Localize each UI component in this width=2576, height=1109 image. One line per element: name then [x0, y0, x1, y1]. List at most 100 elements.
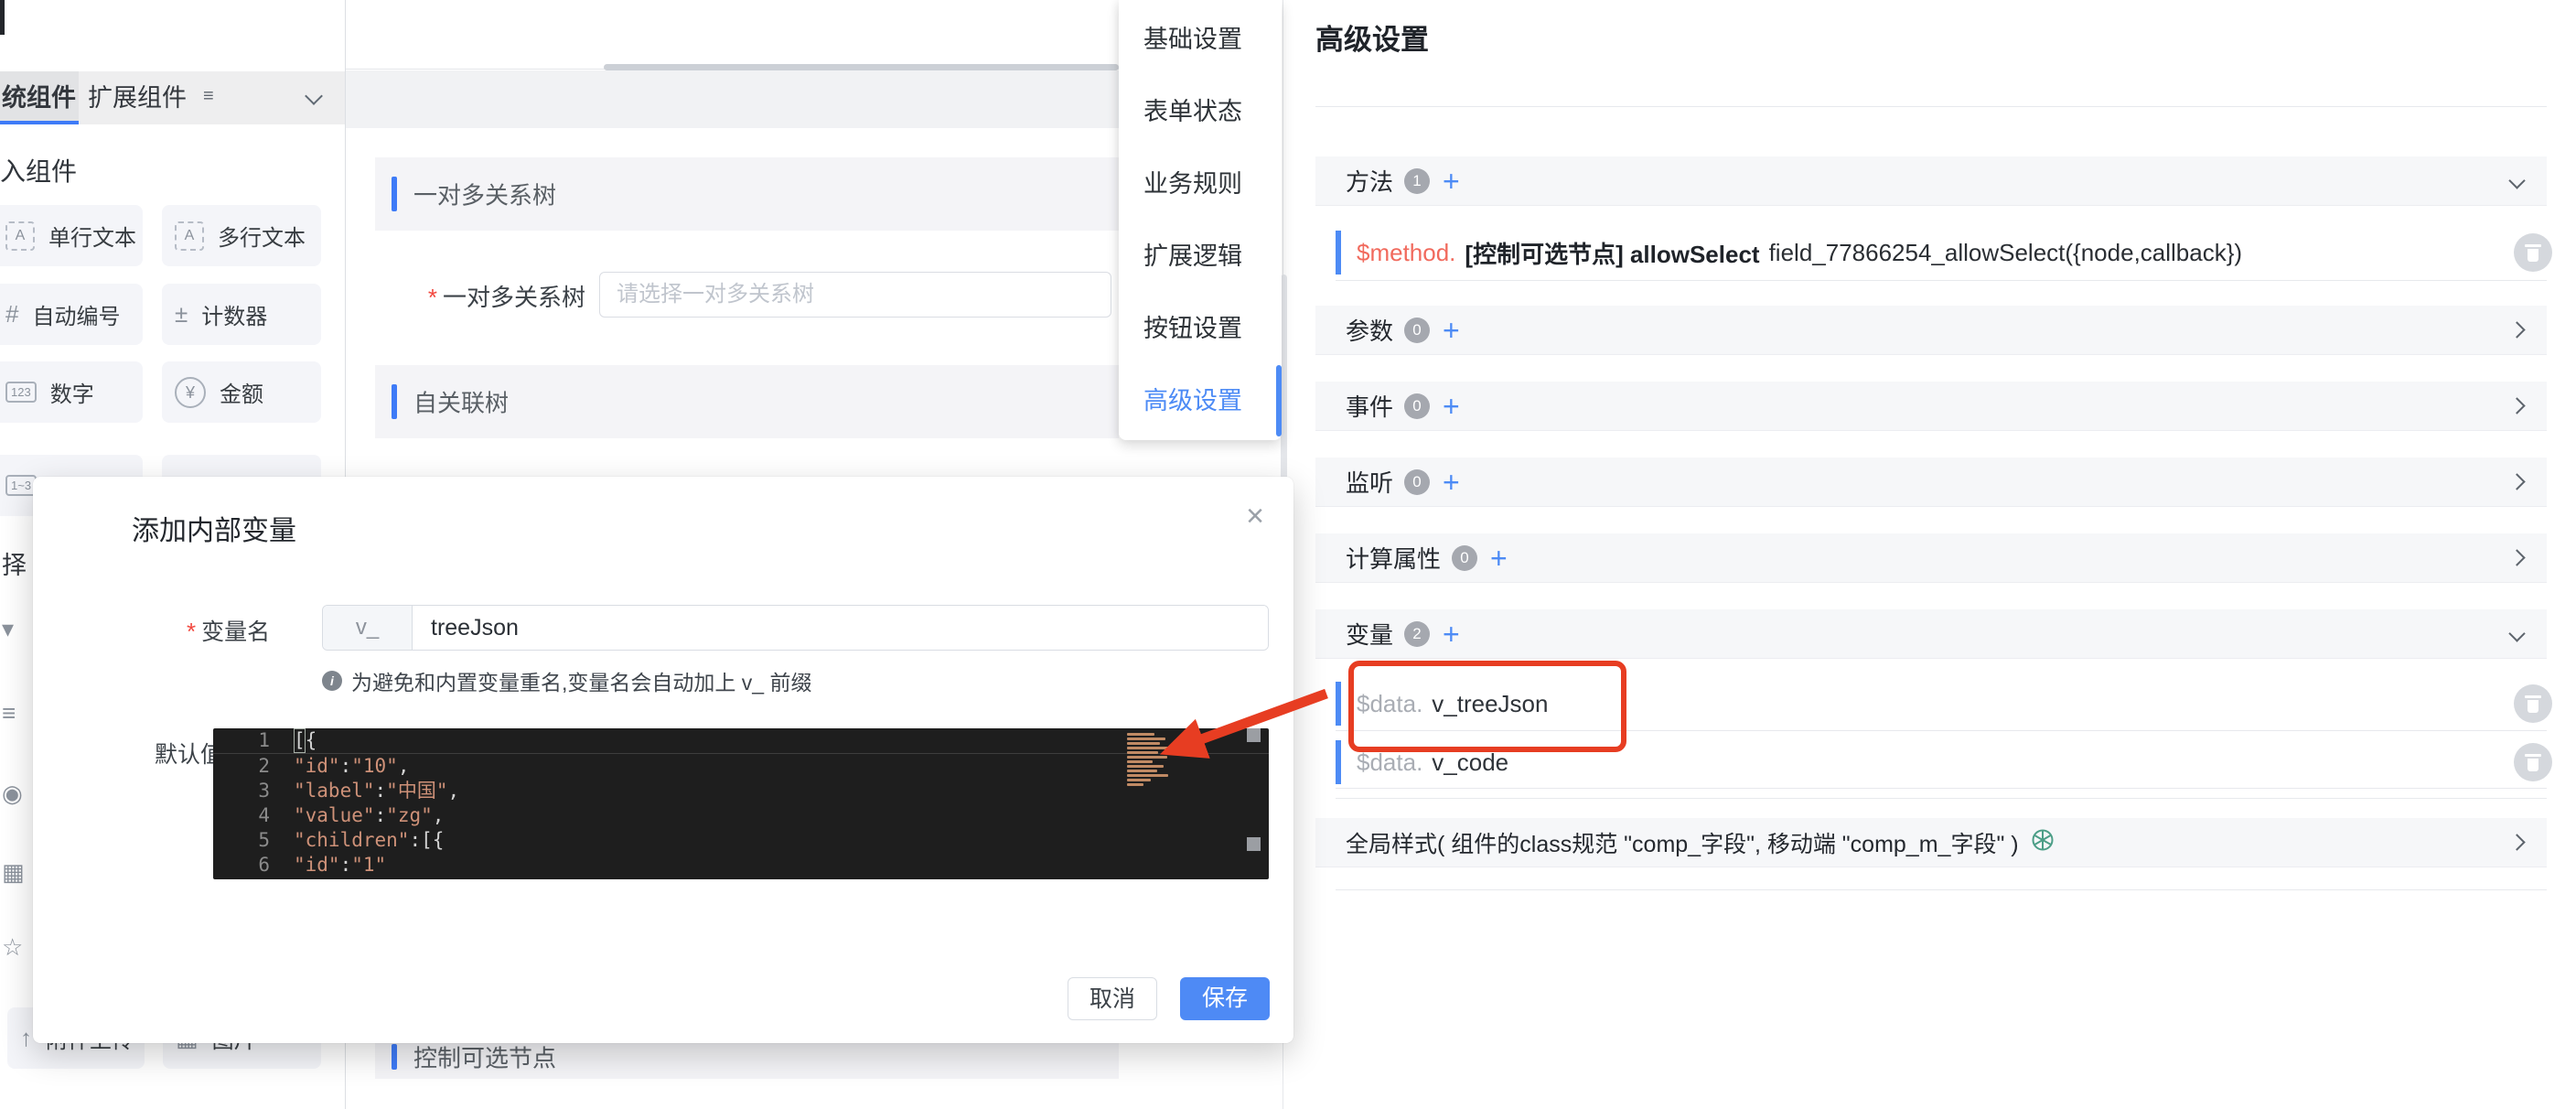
single-line-text-icon: A — [5, 221, 35, 251]
modal-title: 添加内部变量 — [132, 516, 296, 546]
palette-item-label: 自动编号 — [32, 305, 121, 329]
data-prefix: $data. — [1357, 748, 1423, 776]
add-internal-variable-modal: × 添加内部变量 *变量名 v_ i 为避免和内置变量重名,变量名会自动加上 v… — [33, 477, 1293, 1043]
add-method-button[interactable]: + — [1443, 167, 1460, 196]
section-bar-global-style[interactable]: 全局样式( 组件的class规范 "comp_字段", 移动端 "comp_m_… — [1315, 818, 2547, 867]
palette-item-label: 金额 — [220, 382, 263, 407]
section-bar-params[interactable]: 参数 0 + — [1315, 306, 2547, 355]
global-style-label: 全局样式( 组件的class规范 "comp_字段", 移动端 "comp_m_… — [1346, 831, 2019, 857]
divider — [1315, 106, 2547, 107]
chevron-down-icon[interactable] — [2508, 625, 2526, 642]
menu-item-button-settings[interactable]: 按钮设置 — [1119, 293, 1282, 365]
chevron-right-icon[interactable] — [2508, 397, 2526, 415]
add-param-button[interactable]: + — [1443, 316, 1460, 345]
tab-extension-components[interactable]: 扩展组件 — [88, 71, 187, 124]
section-label: 参数 — [1346, 318, 1394, 345]
palette-item-single-text[interactable]: A 单行文本 — [0, 205, 143, 266]
chevron-down-icon[interactable] — [305, 87, 323, 105]
section-label: 计算属性 — [1346, 545, 1442, 573]
variable-name-label: * 变量名 — [187, 614, 270, 647]
add-event-button[interactable]: + — [1443, 392, 1460, 421]
chevron-right-icon[interactable] — [2508, 549, 2526, 566]
save-button[interactable]: 保存 — [1180, 977, 1270, 1020]
palette-item-auto-number[interactable]: # 自动编号 — [0, 284, 143, 345]
editor-scroll-handle-top[interactable] — [1247, 728, 1261, 742]
section-header-one-to-many-tree[interactable]: 一对多关系树 — [375, 157, 1119, 231]
chevron-right-icon[interactable] — [2508, 473, 2526, 490]
hint-text: 为避免和内置变量重名,变量名会自动加上 v_ 前缀 — [351, 671, 812, 694]
count-badge: 0 — [1404, 468, 1431, 495]
field-label: * 一对多关系树 — [393, 279, 585, 313]
variable-row-vcode[interactable]: $data. v_code — [1336, 737, 2552, 789]
field-label-text: 一对多关系树 — [442, 284, 585, 311]
row-accent-bar — [1336, 740, 1341, 784]
palette-item-number[interactable]: 123 数字 — [0, 361, 143, 423]
palette-item-label: 计数器 — [201, 305, 268, 329]
delete-method-button[interactable] — [2514, 233, 2552, 272]
required-asterisk: * — [187, 618, 197, 645]
multi-line-text-icon: A — [175, 221, 204, 251]
section-header-self-relation-tree[interactable]: 自关联树 — [375, 365, 1119, 438]
calendar-icon: ▦ — [2, 858, 25, 886]
tree-select-input[interactable] — [599, 272, 1111, 318]
section-label: 事件 — [1346, 393, 1394, 421]
editor-scroll-handle-bottom[interactable] — [1247, 837, 1261, 851]
section-bar-watchers[interactable]: 监听 0 + — [1315, 458, 2547, 507]
variable-name-input[interactable] — [413, 606, 1268, 650]
palette-item-label: 数字 — [49, 382, 94, 407]
hash-icon: # — [5, 300, 19, 328]
menu-item-form-status[interactable]: 表单状态 — [1119, 76, 1282, 148]
star-icon: ☆ — [2, 933, 24, 961]
chevron-right-icon[interactable] — [2508, 834, 2526, 851]
section-bar-computed[interactable]: 计算属性 0 + — [1315, 533, 2547, 583]
method-row[interactable]: $method. [控制可选节点] allowSelect field_7786… — [1336, 225, 2552, 281]
count-badge: 1 — [1404, 167, 1431, 194]
json-code-editor[interactable]: 1[{2 "id":"10", 3 "label":"中国", 4 "value":"zg… — [213, 728, 1269, 879]
palette-item-counter[interactable]: ± 计数器 — [162, 284, 321, 345]
delete-variable-button[interactable] — [2514, 684, 2552, 723]
section-bar-variables[interactable]: 变量 2 + — [1315, 609, 2547, 659]
row-accent-bar — [1336, 682, 1341, 726]
variable-row-treejson[interactable]: $data. v_treeJson — [1336, 677, 2552, 731]
palette-item-amount[interactable]: ¥ 金额 — [162, 361, 321, 423]
menu-item-business-rules[interactable]: 业务规则 — [1119, 148, 1282, 221]
menu-item-basic-settings[interactable]: 基础设置 — [1119, 4, 1282, 76]
method-prefix: $method. — [1357, 238, 1456, 266]
palette-section-title: 输入组件 — [0, 157, 78, 186]
settings-menu: 基础设置 表单状态 业务规则 扩展逻辑 按钮设置 高级设置 — [1119, 0, 1282, 440]
variable-prefix: v_ — [323, 606, 413, 650]
menu-item-extension-logic[interactable]: 扩展逻辑 — [1119, 221, 1282, 293]
section-bar-methods[interactable]: 方法 1 + — [1315, 156, 2547, 206]
palette-item-label: 多行文本 — [218, 226, 306, 251]
list-view-icon[interactable]: ≡ — [203, 86, 214, 107]
horizontal-scrollbar[interactable] — [604, 64, 1119, 70]
number-123-icon: 123 — [5, 382, 37, 403]
close-icon[interactable]: × — [1246, 501, 1264, 532]
count-badge: 0 — [1404, 393, 1431, 419]
add-watcher-button[interactable]: + — [1443, 468, 1460, 497]
canvas-background-band — [346, 70, 1119, 128]
chevron-right-icon[interactable] — [2508, 321, 2526, 339]
palette-item-multi-text[interactable]: A 多行文本 — [162, 205, 321, 266]
section-accent-bar — [392, 1044, 397, 1070]
tab-system-components[interactable]: 统组件 — [2, 71, 76, 124]
upload-icon: ↑ — [20, 1024, 32, 1051]
openai-logo-icon — [2030, 827, 2055, 857]
cancel-button[interactable]: 取消 — [1068, 977, 1157, 1020]
section-bar-events[interactable]: 事件 0 + — [1315, 382, 2547, 431]
active-menu-indicator — [1276, 365, 1282, 436]
add-variable-button[interactable]: + — [1443, 619, 1460, 649]
code-lines: 1[{2 "id":"10", 3 "label":"中国", 4 "value":"zg… — [213, 728, 1269, 878]
panel-title: 高级设置 — [1315, 24, 1429, 56]
variable-name-input-group: v_ — [322, 605, 1269, 651]
component-tabbar: 统组件 扩展组件 ≡ — [0, 71, 345, 124]
variable-name: v_code — [1432, 748, 1509, 776]
menu-item-advanced-settings[interactable]: 高级设置 — [1119, 365, 1282, 437]
list-icon: ≡ — [2, 699, 16, 727]
count-badge: 0 — [1452, 544, 1478, 571]
delete-variable-button[interactable] — [2514, 743, 2552, 781]
add-computed-button[interactable]: + — [1490, 544, 1508, 573]
range-icon: 1~3 — [5, 475, 38, 496]
chevron-down-icon[interactable] — [2508, 172, 2526, 189]
section-title: 控制可选节点 — [413, 1044, 557, 1072]
